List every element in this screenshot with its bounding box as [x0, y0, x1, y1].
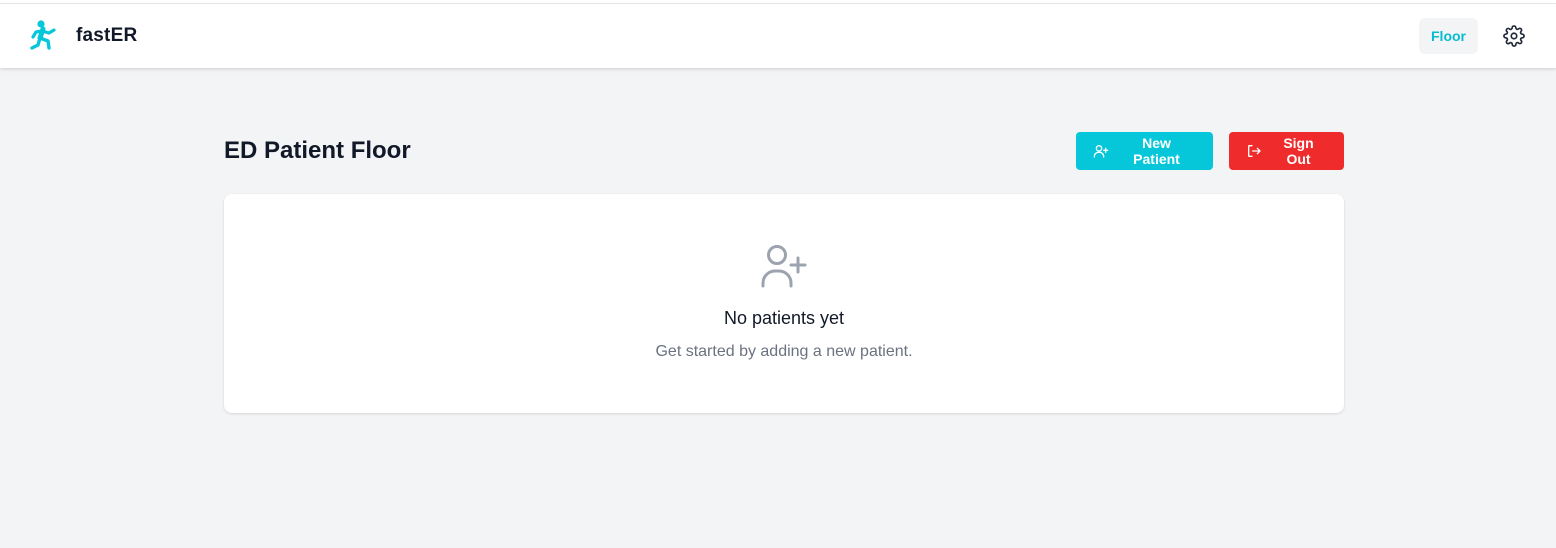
patients-empty-state: No patients yet Get started by adding a … — [224, 194, 1344, 413]
user-plus-icon — [761, 245, 807, 288]
empty-state-title: No patients yet — [723, 308, 845, 328]
nav-link-floor[interactable]: Floor — [1419, 18, 1478, 54]
user-plus-icon — [1093, 145, 1109, 158]
app-name: fastER — [76, 25, 138, 46]
sign-out-button[interactable]: Sign Out — [1229, 132, 1344, 170]
new-patient-button[interactable]: New Patient — [1076, 132, 1213, 170]
running-person-icon — [30, 19, 60, 53]
navbar: fastER Floor — [0, 4, 1556, 68]
sign-out-icon — [1248, 145, 1261, 157]
new-patient-label: New Patient — [1133, 135, 1180, 167]
brand[interactable]: fastER — [30, 19, 137, 53]
sign-out-label: Sign Out — [1283, 135, 1314, 167]
page-actions: New Patient Sign Out — [1076, 132, 1344, 170]
gear-icon — [1503, 25, 1525, 47]
nav-right: Floor — [1419, 18, 1528, 54]
settings-button[interactable] — [1500, 22, 1528, 50]
page-title: ED Patient Floor — [224, 137, 411, 164]
page-header: ED Patient Floor New Patient Sign Out — [224, 132, 1344, 170]
empty-state-subtitle: Get started by adding a new patient. — [655, 343, 913, 360]
main-content: ED Patient Floor New Patient Sign Out No… — [224, 68, 1344, 413]
